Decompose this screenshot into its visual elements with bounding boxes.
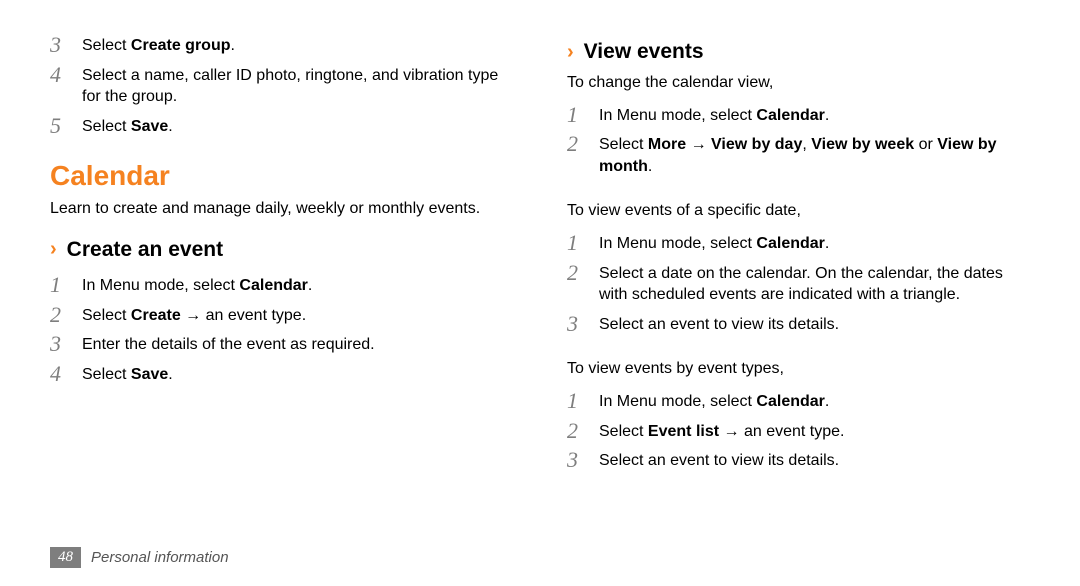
section-lead: Learn to create and manage daily, weekly… [50, 198, 513, 220]
step: 1In Menu mode, select Calendar. [50, 270, 513, 300]
step-text: In Menu mode, select Calendar. [599, 103, 829, 127]
step-text: Select Create → an event type. [82, 303, 306, 327]
left-column: 3Select Create group.4Select a name, cal… [50, 30, 513, 495]
create-steps: 1In Menu mode, select Calendar.2Select C… [50, 270, 513, 388]
step-number: 3 [50, 33, 82, 56]
page-number: 48 [50, 547, 81, 568]
view-steps-1: 1In Menu mode, select Calendar.2Select M… [567, 100, 1030, 181]
paragraph: To change the calendar view, [567, 72, 1030, 94]
step: 4Select a name, caller ID photo, rington… [50, 60, 513, 111]
step-number: 5 [50, 114, 82, 137]
paragraph: To view events by event types, [567, 358, 1030, 380]
step: 5Select Save. [50, 111, 513, 141]
chevron-icon: › [567, 41, 574, 64]
subheading-text: View events [584, 40, 704, 64]
step-text: In Menu mode, select Calendar. [82, 273, 312, 297]
step-number: 1 [567, 231, 599, 254]
page-container: 3Select Create group.4Select a name, cal… [0, 0, 1080, 495]
page-footer: 48 Personal information [50, 547, 229, 568]
step: 2Select More → View by day, View by week… [567, 129, 1030, 180]
step-number: 3 [567, 312, 599, 335]
footer-label: Personal information [91, 549, 229, 566]
step-text: In Menu mode, select Calendar. [599, 231, 829, 255]
step: 2Select a date on the calendar. On the c… [567, 258, 1030, 309]
step-number: 2 [567, 419, 599, 442]
step-text: Select More → View by day, View by week … [599, 132, 1030, 177]
step-text: Select Create group. [82, 33, 235, 57]
step: 3Enter the details of the event as requi… [50, 329, 513, 359]
right-column: › View events To change the calendar vie… [567, 30, 1030, 495]
step: 3Select an event to view its details. [567, 309, 1030, 339]
step-text: Select Event list → an event type. [599, 419, 844, 443]
step: 1In Menu mode, select Calendar. [567, 228, 1030, 258]
view-steps-3: 1In Menu mode, select Calendar.2Select E… [567, 386, 1030, 475]
step-number: 2 [50, 303, 82, 326]
step-number: 1 [567, 389, 599, 412]
paragraph: To view events of a specific date, [567, 200, 1030, 222]
step-text: Select an event to view its details. [599, 312, 839, 336]
chevron-icon: › [50, 238, 57, 261]
step-number: 1 [567, 103, 599, 126]
step: 4Select Save. [50, 359, 513, 389]
view-steps-2: 1In Menu mode, select Calendar.2Select a… [567, 228, 1030, 338]
subheading-view: › View events [567, 40, 1030, 64]
step-number: 3 [50, 332, 82, 355]
subheading-text: Create an event [67, 238, 223, 262]
step-text: Select Save. [82, 362, 173, 386]
subheading-create: › Create an event [50, 238, 513, 262]
group-steps: 3Select Create group.4Select a name, cal… [50, 30, 513, 140]
step-text: Select Save. [82, 114, 173, 138]
step-number: 1 [50, 273, 82, 296]
step: 1In Menu mode, select Calendar. [567, 386, 1030, 416]
step-number: 2 [567, 261, 599, 284]
step-number: 3 [567, 448, 599, 471]
step-number: 4 [50, 63, 82, 86]
step: 1In Menu mode, select Calendar. [567, 100, 1030, 130]
step-text: In Menu mode, select Calendar. [599, 389, 829, 413]
step-text: Select an event to view its details. [599, 448, 839, 472]
section-title: Calendar [50, 160, 513, 192]
step-text: Enter the details of the event as requir… [82, 332, 375, 356]
step-text: Select a date on the calendar. On the ca… [599, 261, 1030, 306]
step: 2Select Event list → an event type. [567, 416, 1030, 446]
step-text: Select a name, caller ID photo, ringtone… [82, 63, 513, 108]
step-number: 2 [567, 132, 599, 155]
step: 2Select Create → an event type. [50, 300, 513, 330]
step: 3Select Create group. [50, 30, 513, 60]
step-number: 4 [50, 362, 82, 385]
step: 3Select an event to view its details. [567, 445, 1030, 475]
